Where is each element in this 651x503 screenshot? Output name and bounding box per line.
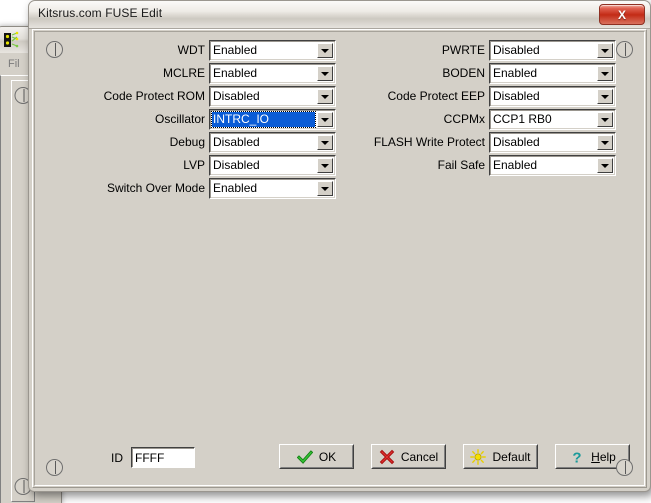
- field-row-code-protect-rom: Code Protect ROM Disabled: [95, 86, 336, 107]
- close-icon[interactable]: X: [599, 4, 645, 25]
- chevron-down-icon[interactable]: [317, 89, 333, 104]
- combo-switch-over-mode[interactable]: Enabled: [209, 178, 336, 199]
- id-input[interactable]: [131, 447, 195, 468]
- chevron-down-icon[interactable]: [597, 158, 613, 173]
- field-row-flash-write-protect: FLASH Write Protect Disabled: [361, 132, 616, 153]
- label-debug: Debug: [95, 132, 209, 153]
- combo-flash-write-protect[interactable]: Disabled: [489, 132, 616, 153]
- field-row-code-protect-eep: Code Protect EEP Disabled: [361, 86, 616, 107]
- combo-ccpmx-value: CCP1 RB0: [493, 112, 595, 127]
- field-row-switch-over-mode: Switch Over Mode Enabled: [95, 178, 336, 199]
- close-button-glyph: X: [618, 8, 626, 22]
- combo-flash-write-protect-value: Disabled: [493, 135, 595, 150]
- combo-mclre[interactable]: Enabled: [209, 63, 336, 84]
- label-code-protect-rom: Code Protect ROM: [95, 86, 209, 107]
- chevron-down-icon[interactable]: [317, 181, 333, 196]
- label-flash-write-protect: FLASH Write Protect: [361, 132, 489, 153]
- field-row-debug: Debug Disabled: [95, 132, 336, 153]
- chevron-down-icon[interactable]: [317, 43, 333, 58]
- ok-button[interactable]: OK: [279, 444, 354, 469]
- combo-mclre-value: Enabled: [213, 66, 315, 81]
- chevron-down-icon[interactable]: [597, 89, 613, 104]
- combo-ccpmx[interactable]: CCP1 RB0: [489, 109, 616, 130]
- combo-pwrte-value: Disabled: [493, 43, 595, 58]
- sun-icon: [470, 449, 486, 465]
- label-oscillator: Oscillator: [95, 109, 209, 130]
- default-button[interactable]: Default: [463, 444, 538, 469]
- resize-knob-bottom-right[interactable]: [616, 459, 633, 476]
- combo-debug-value: Disabled: [213, 135, 315, 150]
- combo-lvp-value: Disabled: [213, 158, 315, 173]
- chevron-down-icon[interactable]: [597, 66, 613, 81]
- label-wdt: WDT: [95, 40, 209, 61]
- help-button-label: Help: [591, 450, 616, 464]
- label-pwrte: PWRTE: [361, 40, 489, 61]
- combo-switch-over-mode-value: Enabled: [213, 181, 315, 196]
- resize-knob-top-right[interactable]: [616, 41, 633, 58]
- screen-root: Fil Kitsrus.com FUSE Edit X WDT: [0, 0, 651, 503]
- chip-icon: [2, 31, 20, 49]
- combo-oscillator-value: INTRC_IO: [212, 112, 315, 127]
- chevron-down-icon[interactable]: [317, 158, 333, 173]
- chevron-down-icon[interactable]: [317, 112, 333, 127]
- resize-knob-top-left[interactable]: [46, 41, 63, 58]
- field-row-boden: BODEN Enabled: [361, 63, 616, 84]
- help-accel-letter: H: [591, 450, 600, 464]
- help-label-rest: elp: [600, 450, 616, 464]
- chevron-down-icon[interactable]: [597, 43, 613, 58]
- id-field-group: ID: [111, 447, 195, 468]
- svg-text:?: ?: [573, 449, 582, 465]
- field-row-lvp: LVP Disabled: [95, 155, 336, 176]
- menu-item-file[interactable]: Fil: [8, 58, 20, 70]
- combo-boden[interactable]: Enabled: [489, 63, 616, 84]
- combo-code-protect-rom-value: Disabled: [213, 89, 315, 104]
- label-boden: BODEN: [361, 63, 489, 84]
- label-mclre: MCLRE: [95, 63, 209, 84]
- question-icon: ?: [569, 449, 585, 465]
- default-button-label: Default: [492, 450, 530, 464]
- dialog-client-area: WDT Enabled MCLRE Enabled Code Protect R…: [32, 29, 647, 488]
- field-row-oscillator: Oscillator INTRC_IO: [95, 109, 336, 130]
- chevron-down-icon[interactable]: [317, 135, 333, 150]
- dialog-title: Kitsrus.com FUSE Edit: [38, 6, 162, 20]
- chevron-down-icon[interactable]: [317, 66, 333, 81]
- dialog-titlebar[interactable]: Kitsrus.com FUSE Edit X: [29, 1, 650, 29]
- field-row-ccpmx: CCPMx CCP1 RB0: [361, 109, 616, 130]
- label-switch-over-mode: Switch Over Mode: [95, 178, 209, 199]
- combo-code-protect-rom[interactable]: Disabled: [209, 86, 336, 107]
- ok-button-label: OK: [319, 450, 336, 464]
- cancel-button-label: Cancel: [401, 450, 438, 464]
- combo-wdt[interactable]: Enabled: [209, 40, 336, 61]
- combo-lvp[interactable]: Disabled: [209, 155, 336, 176]
- field-row-pwrte: PWRTE Disabled: [361, 40, 616, 61]
- fuse-edit-dialog: Kitsrus.com FUSE Edit X WDT Enabled MCLR…: [28, 0, 651, 492]
- check-icon: [297, 449, 313, 465]
- field-row-mclre: MCLRE Enabled: [95, 63, 336, 84]
- resize-knob-bottom-left[interactable]: [46, 459, 63, 476]
- combo-debug[interactable]: Disabled: [209, 132, 336, 153]
- cancel-button[interactable]: Cancel: [371, 444, 446, 469]
- label-lvp: LVP: [95, 155, 209, 176]
- combo-wdt-value: Enabled: [213, 43, 315, 58]
- cross-icon: [379, 449, 395, 465]
- combo-oscillator[interactable]: INTRC_IO: [209, 109, 336, 130]
- combo-boden-value: Enabled: [493, 66, 595, 81]
- label-code-protect-eep: Code Protect EEP: [361, 86, 489, 107]
- label-ccpmx: CCPMx: [361, 109, 489, 130]
- field-row-fail-safe: Fail Safe Enabled: [361, 155, 616, 176]
- combo-code-protect-eep-value: Disabled: [493, 89, 595, 104]
- chevron-down-icon[interactable]: [597, 112, 613, 127]
- label-fail-safe: Fail Safe: [361, 155, 489, 176]
- field-row-wdt: WDT Enabled: [95, 40, 336, 61]
- combo-fail-safe-value: Enabled: [493, 158, 595, 173]
- chevron-down-icon[interactable]: [597, 135, 613, 150]
- combo-code-protect-eep[interactable]: Disabled: [489, 86, 616, 107]
- combo-pwrte[interactable]: Disabled: [489, 40, 616, 61]
- label-id: ID: [111, 451, 123, 465]
- combo-fail-safe[interactable]: Enabled: [489, 155, 616, 176]
